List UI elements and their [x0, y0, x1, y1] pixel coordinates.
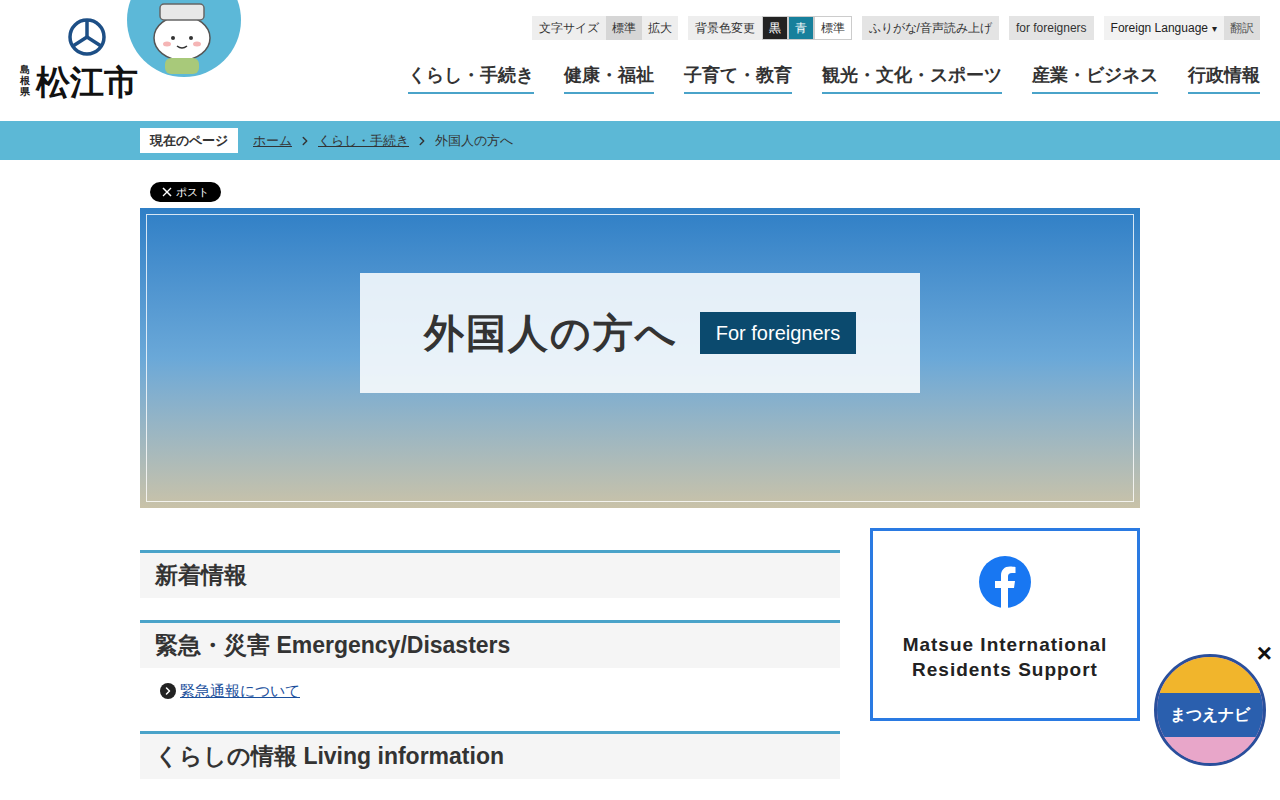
nav-item[interactable]: 観光・文化・スポーツ [822, 65, 1002, 94]
section-link[interactable]: 緊急通報について [160, 680, 840, 703]
hero-title: 外国人の方へ [424, 303, 678, 363]
background-option[interactable]: 標準 [814, 16, 852, 40]
x-logo-icon [162, 187, 172, 197]
breadcrumb-item[interactable]: ホーム [253, 131, 292, 151]
prefecture-label: 島根県 [20, 64, 30, 97]
hero-banner: 外国人の方へ For foreigners [140, 208, 1140, 508]
x-post-button[interactable]: ポスト [150, 182, 221, 202]
hero-title-box: 外国人の方へ For foreigners [360, 273, 920, 393]
hero-badge: For foreigners [700, 312, 857, 354]
section-heading: 新着情報 [140, 550, 840, 598]
content-section: 緊急・災害 Emergency/Disasters 緊急通報について [140, 620, 840, 709]
section-heading: くらしの情報 Living information [140, 731, 840, 779]
language-dropdown[interactable]: Foreign Language▾ [1104, 16, 1224, 40]
background-control: 背景色変更黒青標準 [688, 16, 852, 40]
background-option[interactable]: 青 [788, 16, 814, 40]
mascot-icon [127, 0, 241, 80]
main-nav: くらし・手続き 健康・福祉 子育て・教育 観光・文化・スポーツ 産業・ビジネス 行政情報 [408, 65, 1260, 94]
facebook-card-title: Residents Support [912, 658, 1098, 683]
background-option[interactable]: 黒 [762, 16, 788, 40]
font-size-option[interactable]: 標準 [606, 16, 642, 40]
breadcrumb-separator-icon [415, 134, 429, 148]
site-header: 島根県松江市 文字サイズ標準拡大背景色変更黒青標準ふりがな/音声読み上げ for f… [0, 0, 1280, 121]
floating-navi[interactable]: まつえナビ× [1152, 648, 1266, 766]
font-size-control: 文字サイズ標準拡大 [532, 16, 678, 40]
breadcrumb-item[interactable]: くらし・手続き [318, 131, 409, 151]
city-emblem-icon [67, 17, 107, 57]
breadcrumb-bar: 現在のページホーム くらし・手続き 外国人の方へ [0, 121, 1280, 160]
font-size-option[interactable]: 拡大 [642, 16, 678, 40]
facebook-card-title: Matsue International [903, 633, 1108, 658]
content-section: くらしの情報 Living information [140, 731, 840, 779]
utility-link[interactable]: ふりがな/音声読み上げ [862, 16, 999, 40]
utility-bar: 文字サイズ標準拡大背景色変更黒青標準ふりがな/音声読み上げ for foreign… [532, 16, 1260, 40]
translate-button[interactable]: 翻訳 [1224, 16, 1260, 40]
nav-item[interactable]: 産業・ビジネス [1032, 65, 1158, 94]
breadcrumb-item: 外国人の方へ [435, 131, 513, 151]
breadcrumb-separator-icon [298, 134, 312, 148]
page: 島根県松江市 文字サイズ標準拡大背景色変更黒青標準ふりがな/音声読み上げ for f… [0, 0, 1280, 800]
nav-item[interactable]: 健康・福祉 [564, 65, 654, 94]
nav-item[interactable]: 子育て・教育 [684, 65, 792, 94]
nav-item[interactable]: 行政情報 [1188, 65, 1260, 94]
facebook-icon [978, 555, 1032, 609]
city-name: 松江市 [36, 65, 138, 99]
breadcrumb-label: 現在のページ [140, 128, 238, 154]
language-control: Foreign Language▾翻訳 [1104, 16, 1260, 40]
floating-navi-label: まつえナビ [1170, 703, 1250, 727]
facebook-card[interactable]: Matsue InternationalResidents Support [870, 528, 1140, 721]
link-arrow-icon [160, 683, 176, 699]
main-column: 新着情報緊急・災害 Emergency/Disasters 緊急通報についてくらし… [140, 528, 840, 800]
content-section: 新着情報 [140, 550, 840, 598]
logo[interactable]: 島根県松江市 [0, 0, 250, 121]
section-heading: 緊急・災害 Emergency/Disasters [140, 620, 840, 668]
floating-navi-close[interactable]: × [1257, 640, 1272, 666]
utility-link[interactable]: for foreigners [1009, 16, 1094, 40]
nav-item[interactable]: くらし・手続き [408, 65, 534, 94]
